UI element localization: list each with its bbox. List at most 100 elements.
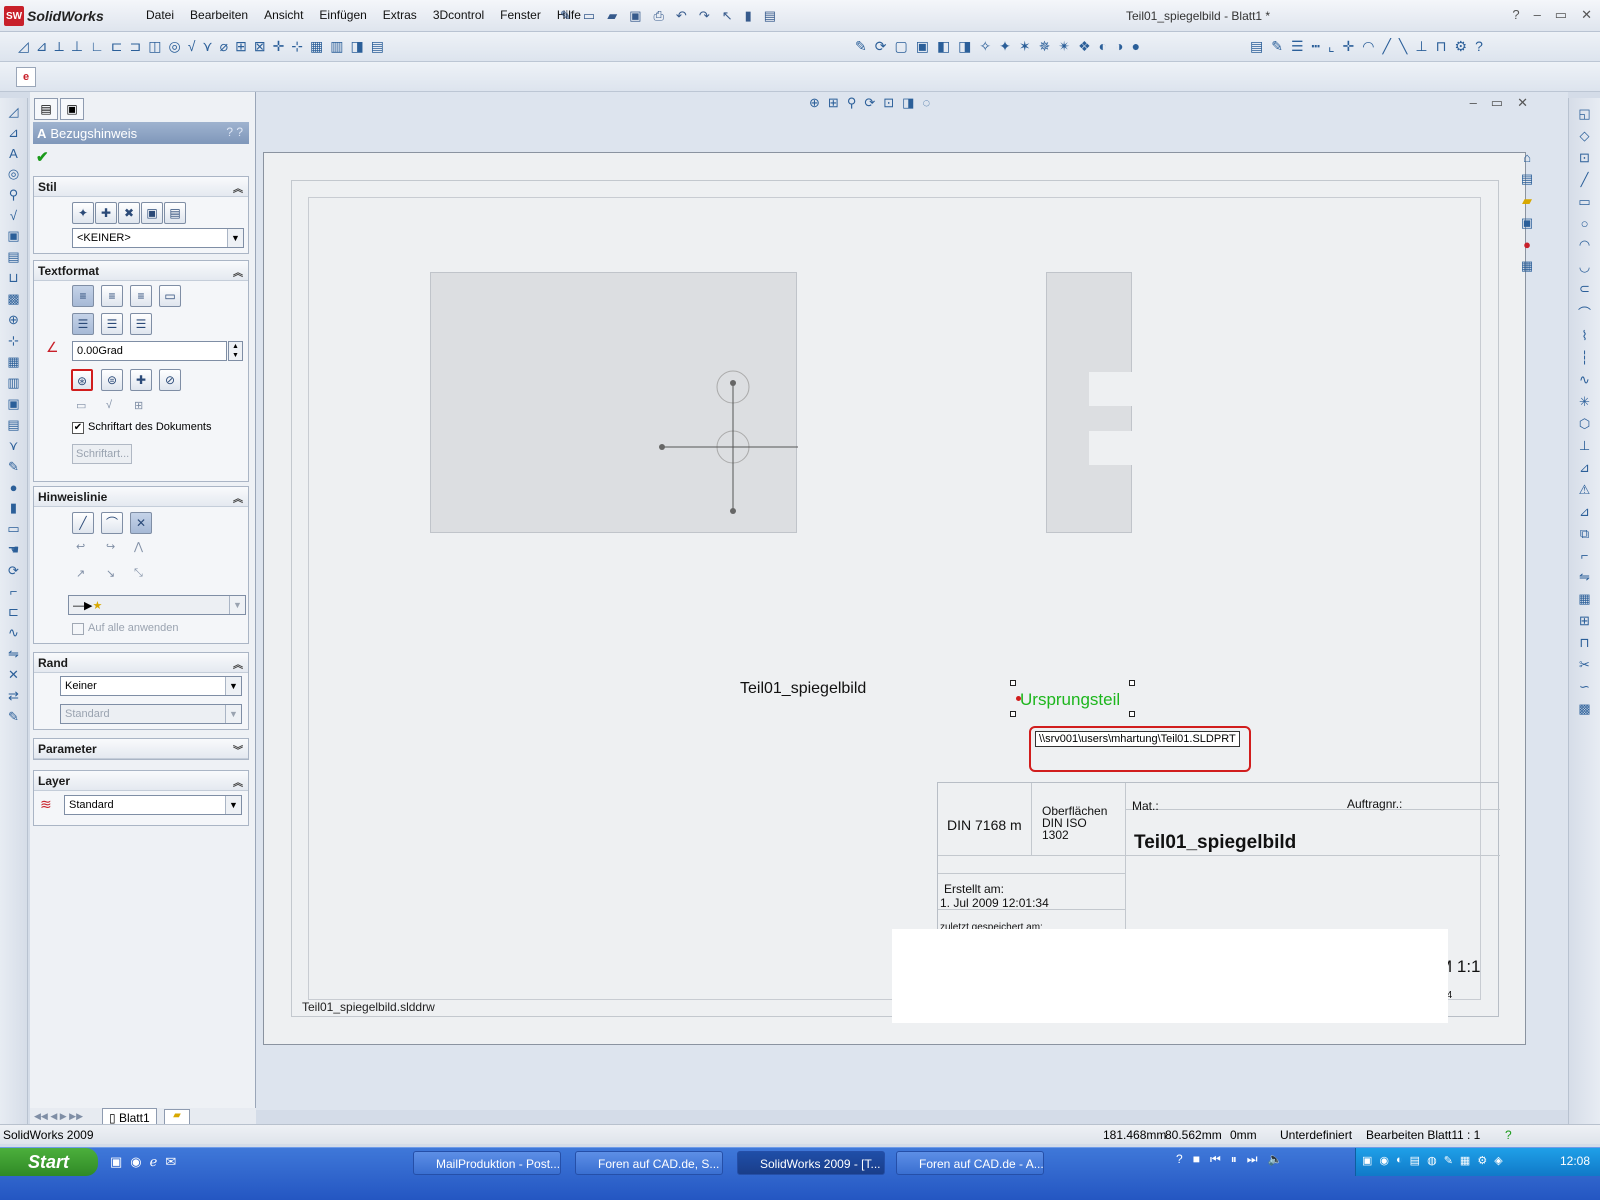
tray-icon-4[interactable]: ▤ — [1410, 1154, 1420, 1167]
menu-datei[interactable]: Datei — [138, 8, 182, 22]
minimize-icon[interactable]: – — [1534, 7, 1541, 23]
task-mailproduktion[interactable]: MailProduktion - Post... — [413, 1151, 561, 1175]
symbol3-icon[interactable]: ⊞ — [134, 399, 143, 412]
revision-icon[interactable]: ◨ — [351, 38, 364, 55]
leader-straight-button[interactable]: ╱ — [72, 512, 94, 534]
rs-curve-icon[interactable]: ⌇ — [1581, 328, 1587, 344]
previous-view-icon[interactable]: ⊡ — [883, 95, 894, 111]
strip-fill-icon[interactable]: ▩ — [7, 291, 19, 307]
strip-search-icon[interactable]: ⚲ — [9, 187, 19, 203]
rs-arc-icon[interactable]: ◠ — [1579, 237, 1590, 253]
ql-desktop-icon[interactable]: ▣ — [110, 1154, 122, 1170]
collapse-chevron-icon[interactable]: ︽ — [233, 264, 243, 279]
snap2-icon[interactable]: ✦ — [999, 38, 1011, 55]
vertical-dim-icon[interactable]: ⊥ — [71, 38, 83, 55]
centerline-icon[interactable]: ⊹ — [291, 38, 303, 55]
help-tray-icon[interactable]: ? — [1176, 1152, 1183, 1167]
arrow-style-select[interactable]: —▶★ ▼ — [68, 595, 246, 615]
style-load-button[interactable]: ▤ — [164, 202, 186, 224]
close-icon[interactable]: ✕ — [1581, 7, 1592, 23]
arc-icon[interactable]: ◠ — [1362, 38, 1374, 55]
rs-arc2-icon[interactable]: ◡ — [1579, 259, 1590, 275]
chamfer-icon[interactable]: ⊐ — [130, 38, 142, 55]
rs-slot-icon[interactable]: ⊂ — [1579, 281, 1590, 297]
strip-lock-icon[interactable]: ▮ — [10, 500, 17, 516]
add-symbol-button[interactable]: ✚ — [130, 369, 152, 391]
tray-icon-2[interactable]: ◉ — [1379, 1154, 1389, 1167]
strip-frame-icon[interactable]: ▣ — [7, 228, 19, 244]
traffic-light-icon[interactable]: ▮ — [745, 8, 752, 24]
rs-base-icon[interactable]: ⊥ — [1579, 438, 1590, 454]
strip-ruler-icon[interactable]: ⊿ — [8, 125, 19, 141]
leader-none-button[interactable]: ✕ — [130, 512, 152, 534]
font-button[interactable]: Schriftart... — [72, 444, 132, 464]
strip-pencil-icon[interactable]: ✎ — [8, 459, 19, 475]
group-layer-header[interactable]: Layer ︽ — [34, 771, 248, 791]
valign-top-button[interactable]: ☰ — [72, 313, 94, 335]
expand-chevron-icon[interactable]: ︾ — [233, 742, 243, 757]
group-rand-header[interactable]: Rand ︽ — [34, 653, 248, 673]
group-hinweislinie-header[interactable]: Hinweislinie ︽ — [34, 487, 248, 507]
strip-ud-icon[interactable]: ⊔ — [8, 270, 18, 286]
cube1-icon[interactable]: ▢ — [894, 38, 907, 55]
ql-mail-icon[interactable]: ✉ — [165, 1154, 176, 1170]
status-help-icon[interactable]: ? — [1505, 1128, 1512, 1142]
rs-fold-icon[interactable]: ⌐ — [1581, 548, 1589, 563]
smart-dimension-icon[interactable]: ◿ — [18, 38, 29, 55]
tolerance-icon[interactable]: ⊞ — [235, 38, 247, 55]
rs-pattern-icon[interactable]: ▦ — [1578, 591, 1590, 607]
custom-properties-icon[interactable]: ▦ — [1521, 258, 1533, 274]
stop-icon[interactable]: ■ — [1193, 1152, 1200, 1167]
collapse-chevron-icon[interactable]: ︽ — [233, 656, 243, 671]
cube3-icon[interactable]: ◧ — [937, 38, 950, 55]
rs-sketch-icon[interactable]: ◱ — [1578, 106, 1590, 122]
collapse-chevron-icon[interactable]: ︽ — [233, 774, 243, 789]
open-folder-icon[interactable]: ▰ — [607, 8, 617, 24]
zoom-area-icon[interactable]: ⊞ — [828, 95, 839, 111]
line-diag-icon[interactable]: ╱ — [1382, 38, 1390, 55]
shade1-icon[interactable]: ◐ — [1099, 38, 1107, 55]
text-wrap-button[interactable]: ▭ — [159, 285, 181, 307]
feature-tree-tab-icon[interactable]: ▤ — [34, 98, 58, 120]
strip-mirror-icon[interactable]: ⇋ — [8, 646, 19, 662]
start-button[interactable]: Start — [0, 1148, 98, 1176]
style-delete-button[interactable]: ✖ — [118, 202, 140, 224]
group-textformat-header[interactable]: Textformat ︽ — [34, 261, 248, 281]
task-solidworks[interactable]: SolidWorks 2009 - [T... — [737, 1151, 885, 1175]
rs-add-relation-icon[interactable]: ⊿ — [1579, 504, 1590, 520]
strip-edit-icon[interactable]: ✎ — [8, 709, 19, 725]
new-document-icon[interactable]: ▭ — [583, 8, 595, 24]
rs-mirror-icon[interactable]: ⇋ — [1579, 569, 1590, 585]
zoom-in-out-icon[interactable]: ⚲ — [847, 95, 857, 111]
ql-ie-icon[interactable]: ℯ — [150, 1154, 158, 1170]
strip-dimension-icon[interactable]: ◿ — [9, 104, 19, 120]
restore-icon[interactable]: ▭ — [1555, 7, 1567, 23]
zoom-fit-icon[interactable]: ⊕ — [809, 95, 820, 111]
rs-trim-icon[interactable]: ✂ — [1579, 657, 1590, 673]
rs-spline2-icon[interactable]: ∽ — [1579, 679, 1590, 695]
line-weight-icon[interactable]: ☰ — [1291, 38, 1304, 55]
strip-grid-icon[interactable]: ▦ — [7, 354, 19, 370]
strip-weld-icon[interactable]: ⋎ — [9, 438, 19, 454]
property-manager-tab-icon[interactable]: ▣ — [60, 98, 84, 120]
symbol1-icon[interactable]: ▭ — [76, 399, 86, 412]
tray-icon-6[interactable]: ✎ — [1444, 1154, 1453, 1167]
edrawings-icon[interactable]: e — [16, 67, 36, 87]
cube2-icon[interactable]: ▣ — [916, 38, 929, 55]
rs-offset-icon[interactable]: ⊿ — [1579, 460, 1590, 476]
drawing-view-side[interactable] — [1046, 272, 1132, 533]
tray-icon-9[interactable]: ◈ — [1494, 1154, 1502, 1167]
style-apply-button[interactable]: ✦ — [72, 202, 94, 224]
leader-left-icon[interactable]: ↩ — [76, 540, 85, 553]
rs-step-icon[interactable]: ⊓ — [1579, 635, 1589, 651]
attach-right-icon[interactable]: ↘ — [106, 567, 115, 580]
strip-view-icon[interactable]: ▣ — [7, 396, 19, 412]
tool-icon[interactable]: ⚙ — [1455, 38, 1468, 55]
rs-move-icon[interactable]: ⊞ — [1579, 613, 1590, 629]
layer-select[interactable]: Standard ▼ — [64, 795, 242, 815]
symbol2-icon[interactable]: √ — [106, 399, 112, 411]
snap5-icon[interactable]: ✴ — [1058, 38, 1070, 55]
weld-icon[interactable]: ⋎ — [202, 38, 212, 55]
options-icon[interactable]: ▤ — [764, 8, 776, 24]
format-active-icon[interactable]: ⌞ — [1328, 38, 1335, 55]
